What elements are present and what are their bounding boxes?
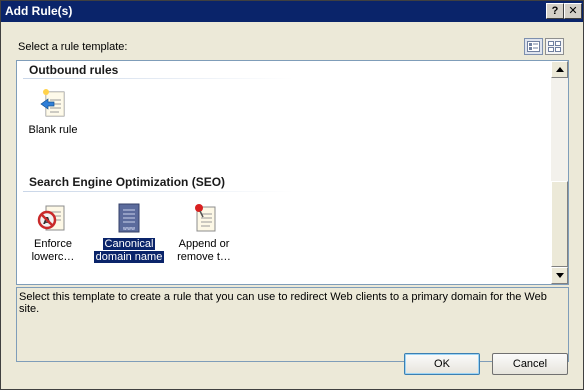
scroll-thumb[interactable] [551, 181, 568, 267]
tile-label-line2: domain name [93, 251, 165, 263]
tile-label: Enforce lowerc… [17, 238, 89, 264]
arrow-down-icon [556, 273, 564, 278]
group-divider [23, 191, 293, 192]
tile-label: Canonical domain name [93, 238, 165, 264]
blank-rule-icon [40, 89, 65, 117]
tile-label-line1: Enforce [34, 238, 72, 250]
enforce-lowercase-icon: A [37, 205, 65, 231]
dialog-body: Select a rule template: Outbound rules B… [1, 22, 583, 389]
append-remove-slash-icon [195, 204, 216, 232]
tile-label: Blank rule [28, 124, 78, 136]
close-button[interactable]: ✕ [564, 3, 582, 19]
scroll-up-button[interactable] [551, 61, 568, 78]
canonical-domain-icon: www [118, 203, 140, 233]
help-button[interactable]: ? [546, 3, 564, 19]
tile-label-line1: Canonical [102, 238, 156, 250]
tile-label-line2: lowerc… [31, 251, 75, 263]
tile-label: Append or remove t… [168, 238, 240, 264]
svg-text:www: www [123, 226, 135, 232]
ok-button[interactable]: OK [404, 353, 480, 375]
tiles-view-icon [548, 41, 561, 52]
tile-label-line1: Append or [178, 238, 230, 250]
cancel-button[interactable]: Cancel [492, 353, 568, 375]
group-heading-seo: Search Engine Optimization (SEO) [29, 175, 226, 189]
rule-template-list[interactable]: Outbound rules Blank rule Search Engine … [16, 60, 569, 285]
add-rules-dialog: Add Rule(s) ? ✕ Select a rule template: [0, 0, 584, 390]
group-divider [23, 78, 293, 79]
template-prompt: Select a rule template: [18, 41, 128, 53]
tiles-view-button[interactable] [545, 38, 564, 55]
title-bar: Add Rule(s) ? ✕ [1, 1, 583, 22]
details-view-icon [527, 41, 540, 52]
window-title: Add Rule(s) [5, 4, 73, 18]
group-heading-outbound: Outbound rules [29, 63, 119, 77]
tile-label-line2: remove t… [177, 251, 231, 263]
scroll-down-button[interactable] [551, 267, 568, 284]
template-description: Select this template to create a rule th… [16, 287, 569, 362]
arrow-up-icon [556, 67, 564, 72]
vertical-scrollbar[interactable] [551, 61, 568, 284]
details-view-button[interactable] [524, 38, 543, 55]
